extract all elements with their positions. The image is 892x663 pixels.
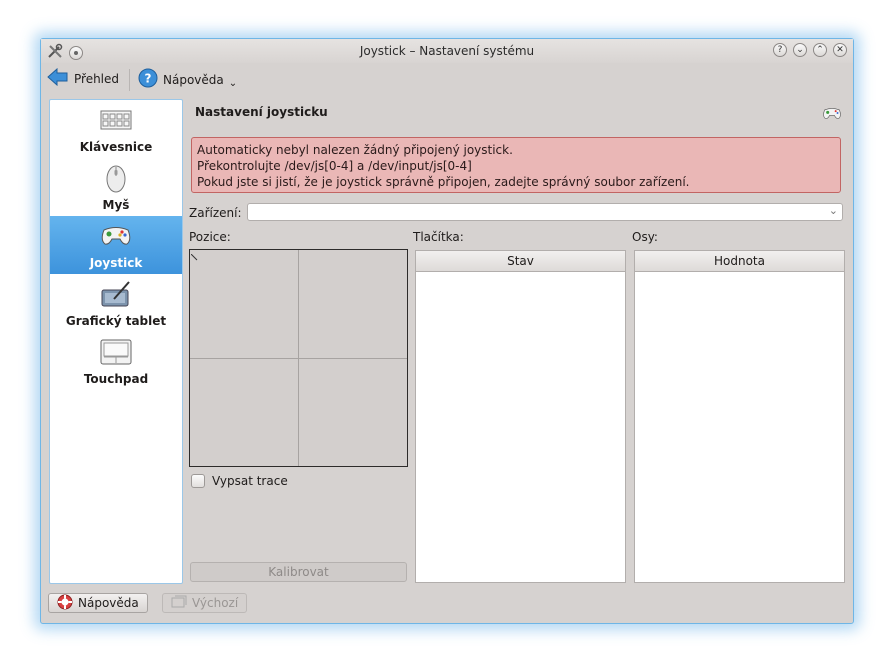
settings-window: Joystick – Nastavení systému ? ⌄ ⌃ ✕ Pře… <box>40 38 854 624</box>
sidebar-item-label: Grafický tablet <box>65 314 167 328</box>
mouse-icon <box>100 164 132 193</box>
overview-label: Přehled <box>74 71 120 86</box>
footer-help-label: Nápověda <box>78 596 139 610</box>
defaults-button[interactable]: Výchozí <box>162 593 248 613</box>
dropdown-arrow-icon: ⌄ <box>228 78 238 89</box>
maximize-button[interactable]: ⌃ <box>813 43 827 57</box>
toolbar-separator <box>129 69 130 91</box>
help-icon: ? <box>138 68 158 91</box>
help-menu-button[interactable]: ? Nápověda ⌄ <box>138 68 237 91</box>
error-line: Pokud jste si jistí, že je joystick sprá… <box>197 175 690 189</box>
error-message: Automaticky nebyl nalezen žádný připojen… <box>191 137 841 193</box>
checkbox-box[interactable] <box>191 474 205 488</box>
calibrate-button[interactable]: Kalibrovat <box>190 562 407 582</box>
device-combobox[interactable]: ⌄ <box>247 203 843 221</box>
axes-table[interactable]: Hodnota <box>634 250 845 583</box>
trace-label: Vypsat trace <box>212 474 288 488</box>
footer-help-button[interactable]: Nápověda <box>48 593 148 613</box>
error-line: Překontrolujte /dev/js[0-4] a /dev/input… <box>197 159 472 173</box>
sidebar-item-label: Myš <box>102 198 130 212</box>
back-arrow-icon <box>47 67 69 89</box>
sidebar-item-touchpad[interactable]: Touchpad <box>50 332 182 390</box>
buttons-table[interactable]: Stav <box>415 250 626 583</box>
position-marker <box>190 251 199 265</box>
overview-button[interactable]: Přehled <box>47 67 120 89</box>
touchpad-icon <box>100 338 132 365</box>
keyboard-icon <box>100 106 132 132</box>
context-help-button[interactable]: ? <box>773 43 787 57</box>
device-label: Zařízení: <box>189 206 242 220</box>
window-title: Joystick – Nastavení systému <box>359 44 535 58</box>
trace-checkbox[interactable]: Vypsat trace <box>191 474 288 488</box>
title-bar: Joystick – Nastavení systému ? ⌄ ⌃ ✕ <box>41 39 853 63</box>
gamepad-icon <box>100 222 132 248</box>
chevron-down-icon: ⌄ <box>828 204 838 217</box>
category-sidebar: Klávesnice Myš Joystick Grafický tablet … <box>49 99 183 584</box>
help-label: Nápověda <box>163 72 224 87</box>
position-widget <box>189 249 408 467</box>
sidebar-item-joystick[interactable]: Joystick <box>50 216 182 274</box>
defaults-icon <box>171 595 187 612</box>
defaults-label: Výchozí <box>192 596 239 610</box>
sidebar-item-keyboard[interactable]: Klávesnice <box>50 100 182 158</box>
minimize-button[interactable]: ⌄ <box>793 43 807 57</box>
page-title: Nastavení joysticku <box>195 105 328 119</box>
error-line: Automaticky nebyl nalezen žádný připojen… <box>197 143 513 157</box>
axes-table-header[interactable]: Hodnota <box>635 251 844 272</box>
sidebar-item-label: Klávesnice <box>79 140 153 154</box>
sidebar-item-mouse[interactable]: Myš <box>50 158 182 216</box>
sidebar-item-tablet[interactable]: Grafický tablet <box>50 274 182 332</box>
joystick-settings-panel: Nastavení joysticku Automaticky nebyl na… <box>189 99 845 589</box>
sidebar-item-label: Joystick <box>89 256 143 270</box>
toolbar: Přehled ? Nápověda ⌄ <box>41 65 853 93</box>
help-lifebuoy-icon <box>57 594 73 613</box>
buttons-table-header[interactable]: Stav <box>416 251 625 272</box>
tablet-icon <box>100 280 132 307</box>
vertical-crosshair <box>298 250 299 466</box>
sidebar-item-label: Touchpad <box>83 372 149 386</box>
position-label: Pozice: <box>189 230 231 244</box>
close-button[interactable]: ✕ <box>833 43 847 57</box>
axes-label: Osy: <box>632 230 658 244</box>
svg-text:?: ? <box>145 72 152 86</box>
buttons-label: Tlačítka: <box>413 230 464 244</box>
gamepad-header-icon <box>821 105 843 124</box>
